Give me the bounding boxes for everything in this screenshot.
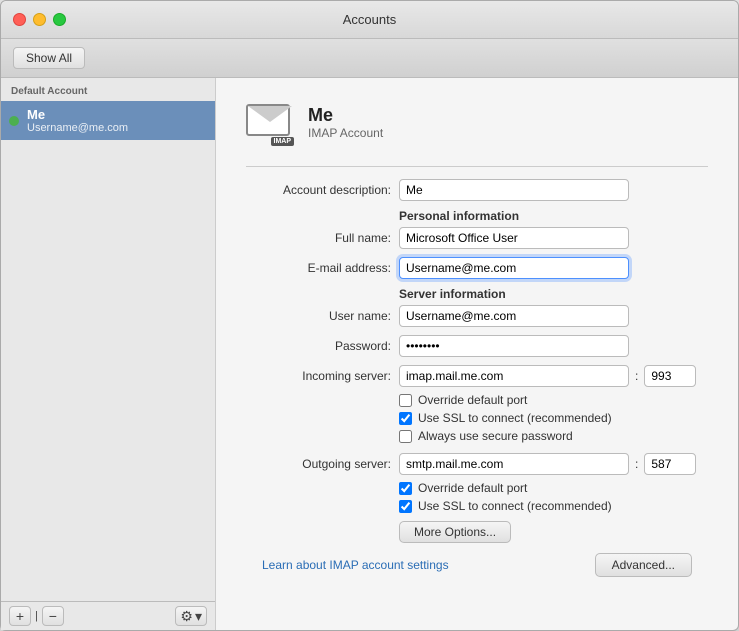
personal-info-section-header: Personal information [246, 209, 708, 223]
always-secure-row: Always use secure password [399, 429, 708, 443]
sidebar-bottom-bar: + | − ⚙ ▾ [1, 601, 215, 630]
server-info-section-header: Server information [246, 287, 708, 301]
outgoing-server-input[interactable] [399, 453, 629, 475]
sidebar-item-info: Me Username@me.com [27, 107, 128, 134]
ssl-outgoing-row: Use SSL to connect (recommended) [399, 499, 708, 513]
username-label: User name: [246, 309, 391, 323]
override-incoming-checkbox[interactable] [399, 394, 412, 407]
outgoing-port-input[interactable] [644, 453, 696, 475]
ssl-incoming-label: Use SSL to connect (recommended) [418, 411, 612, 425]
account-type: IMAP Account [308, 126, 383, 140]
colon-separator-1: : [635, 369, 638, 383]
bottom-bar: Learn about IMAP account settings Advanc… [246, 543, 708, 589]
minimize-button[interactable] [33, 13, 46, 26]
incoming-server-input[interactable] [399, 365, 629, 387]
override-outgoing-label: Override default port [418, 481, 527, 495]
more-options-button[interactable]: More Options... [399, 521, 511, 543]
password-input[interactable] [399, 335, 629, 357]
learn-link[interactable]: Learn about IMAP account settings [262, 558, 449, 572]
toolbar: Show All [1, 39, 738, 78]
ssl-outgoing-checkbox[interactable] [399, 500, 412, 513]
main-panel: IMAP Me IMAP Account Account description… [216, 78, 738, 630]
ssl-incoming-row: Use SSL to connect (recommended) [399, 411, 708, 425]
account-name: Me [308, 105, 383, 126]
sidebar: Default Account Me Username@me.com + | −… [1, 78, 216, 630]
accounts-window: Accounts Show All Default Account Me Use… [0, 0, 739, 631]
traffic-lights [13, 13, 66, 26]
personal-info-heading: Personal information [399, 209, 519, 223]
override-outgoing-checkbox[interactable] [399, 482, 412, 495]
account-title-section: Me IMAP Account [308, 105, 383, 140]
more-options-row: More Options... [399, 521, 708, 543]
full-name-row: Full name: [246, 227, 708, 249]
add-account-button[interactable]: + [9, 606, 31, 626]
password-label: Password: [246, 339, 391, 353]
remove-account-button[interactable]: − [42, 606, 64, 626]
gear-icon: ⚙ [180, 608, 193, 625]
outgoing-server-row: Outgoing server: : [246, 453, 708, 475]
separator: | [33, 610, 40, 622]
advanced-button[interactable]: Advanced... [595, 553, 692, 577]
ssl-outgoing-label: Use SSL to connect (recommended) [418, 499, 612, 513]
email-row: E-mail address: [246, 257, 708, 279]
ssl-incoming-checkbox[interactable] [399, 412, 412, 425]
sidebar-section-label: Default Account [1, 78, 215, 101]
email-input[interactable] [399, 257, 629, 279]
incoming-server-fields: : [399, 365, 696, 387]
sidebar-actions-left: + | − [9, 606, 64, 626]
window-title: Accounts [343, 12, 396, 27]
imap-badge: IMAP [271, 137, 295, 146]
account-description-input[interactable] [399, 179, 629, 201]
override-incoming-row: Override default port [399, 393, 708, 407]
envelope-icon [246, 104, 290, 136]
sidebar-account-item[interactable]: Me Username@me.com [1, 101, 215, 140]
password-row: Password: [246, 335, 708, 357]
full-name-label: Full name: [246, 231, 391, 245]
outgoing-server-label: Outgoing server: [246, 457, 391, 471]
email-label: E-mail address: [246, 261, 391, 275]
gear-chevron-icon: ▾ [195, 608, 202, 625]
incoming-port-input[interactable] [644, 365, 696, 387]
account-status-dot [9, 116, 19, 126]
imap-icon: IMAP [246, 98, 294, 146]
server-info-heading: Server information [399, 287, 506, 301]
gear-button[interactable]: ⚙ ▾ [175, 606, 207, 626]
override-outgoing-row: Override default port [399, 481, 708, 495]
username-row: User name: [246, 305, 708, 327]
incoming-server-row: Incoming server: : [246, 365, 708, 387]
full-name-input[interactable] [399, 227, 629, 249]
account-header: IMAP Me IMAP Account [246, 98, 708, 146]
titlebar: Accounts [1, 1, 738, 39]
outgoing-server-fields: : [399, 453, 696, 475]
account-description-row: Account description: [246, 179, 708, 201]
account-description-label: Account description: [246, 183, 391, 197]
username-input[interactable] [399, 305, 629, 327]
maximize-button[interactable] [53, 13, 66, 26]
override-incoming-label: Override default port [418, 393, 527, 407]
sidebar-account-name: Me [27, 107, 128, 122]
incoming-server-label: Incoming server: [246, 369, 391, 383]
sidebar-account-email: Username@me.com [27, 122, 128, 134]
always-secure-label: Always use secure password [418, 429, 573, 443]
divider-1 [246, 166, 708, 167]
content-area: Default Account Me Username@me.com + | −… [1, 78, 738, 630]
colon-separator-2: : [635, 457, 638, 471]
show-all-button[interactable]: Show All [13, 47, 85, 69]
always-secure-checkbox[interactable] [399, 430, 412, 443]
close-button[interactable] [13, 13, 26, 26]
